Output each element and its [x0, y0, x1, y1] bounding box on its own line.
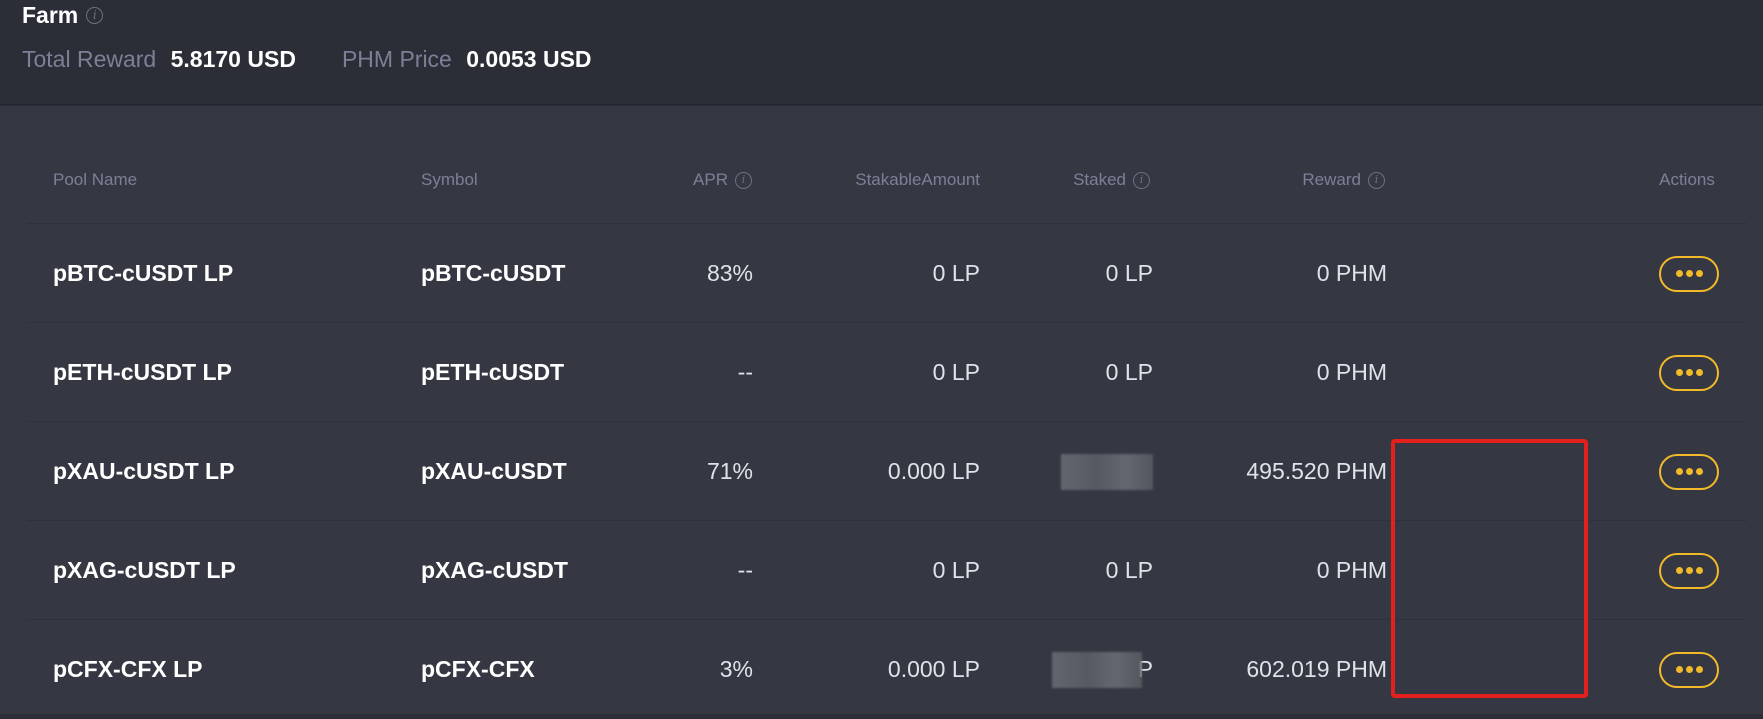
pool-reward: 495.520 PHM: [1246, 458, 1387, 484]
more-dots-icon: [1695, 468, 1703, 475]
more-actions-button[interactable]: [1659, 552, 1719, 589]
phm-price-value: 0.0053 USD: [466, 46, 592, 72]
table-row: pXAU-cUSDT LP pXAU-cUSDT 71% 0.000 LP 49…: [27, 422, 1747, 521]
pool-actions: [1658, 521, 1720, 620]
more-actions-button[interactable]: [1659, 453, 1719, 490]
pool-reward: 0 PHM: [1316, 557, 1387, 583]
column-actions: Actions: [1656, 170, 1718, 190]
table-header: Pool Name Symbol APR i StakableAmount St…: [27, 106, 1747, 224]
more-actions-button[interactable]: [1659, 255, 1719, 292]
pool-reward: 0 PHM: [1316, 359, 1387, 385]
table-row: pXAG-cUSDT LP pXAG-cUSDT -- 0 LP 0 LP 0 …: [27, 521, 1747, 620]
more-dots-icon: [1675, 567, 1683, 574]
more-actions-button[interactable]: [1659, 651, 1719, 688]
more-dots-icon: [1695, 666, 1703, 673]
total-reward-label: Total Reward: [22, 46, 157, 72]
total-reward-value: 5.8170 USD: [170, 46, 296, 72]
farm-header: Farm i Total Reward 5.8170 USD PHM Price…: [0, 0, 1763, 105]
more-dots-icon: [1685, 468, 1693, 475]
more-dots-icon: [1695, 369, 1703, 376]
more-dots-icon: [1675, 666, 1683, 673]
pool-reward: 602.019 PHM: [1246, 656, 1387, 682]
pools-table: Pool Name Symbol APR i StakableAmount St…: [27, 106, 1747, 719]
phm-price-label: PHM Price: [341, 46, 452, 72]
more-dots-icon: [1675, 468, 1683, 475]
info-icon[interactable]: i: [86, 7, 104, 24]
more-dots-icon: [1685, 369, 1693, 376]
phm-price-stat: PHM Price 0.0053 USD: [342, 46, 592, 73]
more-dots-icon: [1685, 567, 1693, 574]
total-reward-stat: Total Reward 5.8170 USD: [22, 46, 296, 73]
more-dots-icon: [1685, 666, 1693, 673]
pool-reward: 0 PHM: [1316, 260, 1387, 286]
info-icon[interactable]: i: [1368, 171, 1385, 189]
pool-actions: [1658, 620, 1720, 719]
table-row: pCFX-CFX LP pCFX-CFX 3% 0.000 LP P 602.0…: [27, 620, 1747, 719]
pool-actions: [1658, 224, 1720, 323]
farm-panel: Pool Name Symbol APR i StakableAmount St…: [0, 106, 1763, 714]
farm-title-text: Farm: [22, 2, 79, 28]
farm-stats: Total Reward 5.8170 USD PHM Price 0.0053…: [22, 46, 592, 73]
column-reward: Reward i: [27, 170, 1385, 190]
pool-actions: [1658, 323, 1720, 422]
column-reward-label: Reward: [1302, 170, 1361, 189]
table-row: pETH-cUSDT LP pETH-cUSDT -- 0 LP 0 LP 0 …: [27, 323, 1747, 422]
more-dots-icon: [1695, 567, 1703, 574]
more-dots-icon: [1675, 270, 1683, 277]
table-row: pBTC-cUSDT LP pBTC-cUSDT 83% 0 LP 0 LP 0…: [27, 224, 1747, 323]
column-actions-label: Actions: [1659, 170, 1715, 189]
more-actions-button[interactable]: [1659, 354, 1719, 391]
more-dots-icon: [1695, 270, 1703, 277]
more-dots-icon: [1685, 270, 1693, 277]
more-dots-icon: [1675, 369, 1683, 376]
page-title: Farm i: [22, 2, 104, 29]
pool-actions: [1658, 422, 1720, 521]
